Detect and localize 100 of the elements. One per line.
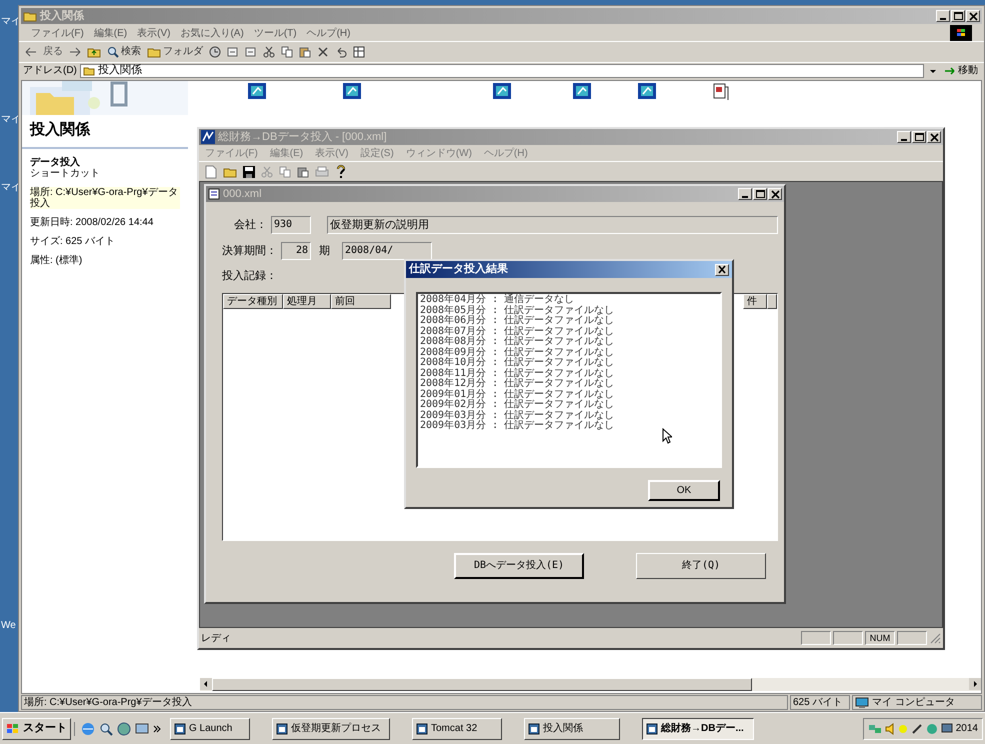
result-line: 2008年04月分 : 通信データなし (420, 295, 576, 305)
minimize-icon (742, 196, 748, 198)
column-header[interactable]: 処理月 (283, 294, 331, 308)
menu-item[interactable]: ヘルプ(H) (306, 26, 350, 40)
desktop-icon-label: We (1, 619, 16, 633)
shortcut-icon (248, 83, 266, 99)
result-line: 2009年03月分 : 仕訳データファイルなし (420, 410, 616, 420)
minimize-button[interactable] (897, 131, 911, 143)
forward-arrow-icon (69, 46, 81, 56)
action-button[interactable]: 終了(Q) (636, 552, 766, 578)
cut-icon (261, 166, 273, 178)
scroll-thumb[interactable] (212, 678, 752, 691)
paste-icon (299, 46, 311, 58)
back-button[interactable]: 戻る (43, 44, 63, 59)
column-header[interactable]: データ種別 (223, 294, 283, 308)
zone-label: マイ コンピュータ (872, 696, 955, 710)
action-button[interactable]: DBへデータ投入(E) (454, 552, 584, 578)
column-header[interactable]: 前回 (331, 294, 391, 308)
horizontal-scrollbar[interactable] (200, 678, 981, 691)
close-button[interactable] (715, 264, 729, 276)
num-lock-indicator: NUM (865, 631, 895, 645)
section-label: 投入記録： (222, 269, 277, 284)
history-icon (209, 46, 221, 58)
taskbar-button[interactable]: G Launch (170, 718, 250, 740)
network-icon (868, 722, 882, 734)
search-button[interactable]: 検索 (107, 44, 141, 59)
undo-icon (335, 46, 347, 58)
app-logo-icon (201, 130, 215, 144)
column-header[interactable]: 件 (743, 294, 767, 308)
field-label: 会社： (234, 218, 267, 233)
maximize-button[interactable] (753, 188, 767, 200)
monitor-icon (940, 722, 953, 734)
company-name-field[interactable]: 仮登期更新の説明用 (327, 216, 778, 234)
clock: 2014 (956, 722, 978, 736)
status-pane (897, 631, 927, 645)
help-icon (335, 164, 347, 178)
menu-item[interactable]: ツール(T) (254, 26, 297, 40)
company-code-field[interactable]: 930 (271, 216, 311, 234)
copy-icon (279, 166, 291, 178)
search-icon (99, 722, 113, 736)
period-unit: 期 (319, 244, 330, 259)
copy-icon (281, 46, 293, 58)
close-icon (930, 132, 938, 142)
maximize-icon (756, 190, 764, 198)
close-button[interactable] (927, 131, 941, 143)
go-button[interactable]: 移動 (942, 63, 980, 78)
taskbar-button[interactable]: 仮登期更新プロセス (272, 718, 390, 740)
maximize-button[interactable] (912, 131, 926, 143)
column-header[interactable] (767, 294, 777, 308)
dialog-title: 仕訳データ投入結果 (409, 262, 509, 278)
result-line: 2008年07月分 : 仕訳データファイルなし (420, 326, 616, 336)
menu-item[interactable]: ファイル(F) (31, 26, 84, 40)
windows-logo-icon (950, 25, 972, 41)
search-icon (107, 46, 119, 58)
result-line: 2008年11月分 : 仕訳データファイルなし (420, 368, 616, 378)
taskbar-button[interactable]: 投入関係 (524, 718, 620, 740)
window-icon (646, 722, 658, 734)
open-folder-icon (223, 166, 237, 178)
close-icon (770, 190, 780, 198)
field-label: 決算期間： (222, 244, 277, 259)
maximize-icon (954, 12, 962, 20)
maximize-icon (914, 133, 924, 141)
result-line: 2009年03月分 : 仕訳データファイルなし (420, 421, 616, 432)
start-button[interactable]: スタート (2, 718, 71, 740)
ok-button[interactable]: OK (648, 480, 720, 501)
document-icon (208, 188, 220, 200)
item-type: ショートカット (30, 168, 101, 178)
address-field[interactable]: 投入関係 (80, 64, 924, 78)
new-file-icon (205, 164, 217, 178)
folders-button[interactable]: フォルダ (147, 44, 203, 59)
result-line: 2009年01月分 : 仕訳データファイルなし (420, 390, 616, 400)
minimize-icon (940, 18, 946, 20)
close-button[interactable] (966, 10, 980, 22)
result-line: 2008年05月分 : 仕訳データファイルなし (420, 306, 616, 316)
menu-item[interactable]: お気に入り(A) (180, 26, 244, 40)
minimize-button[interactable] (936, 10, 950, 22)
window-title: 投入関係 (40, 8, 86, 24)
window-icon (528, 722, 540, 734)
views-icon (353, 46, 367, 58)
folder-icon (82, 66, 95, 76)
period-field[interactable]: 28 (281, 242, 311, 260)
item-name: データ投入 (30, 156, 81, 168)
taskbar-button[interactable]: 総財務→DBデー... (642, 718, 754, 740)
cut-icon (263, 46, 275, 58)
status-size: 625 バイト (790, 695, 850, 710)
minimize-button[interactable] (738, 188, 752, 200)
menu-item[interactable]: 表示(V) (137, 26, 170, 40)
print-icon (315, 166, 329, 178)
scroll-left-icon (200, 678, 212, 691)
paste-icon (297, 166, 309, 178)
menu-item[interactable]: 編集(E) (94, 26, 128, 40)
maximize-button[interactable] (951, 10, 965, 22)
close-button[interactable] (768, 188, 782, 200)
delete-icon (317, 46, 329, 58)
speaker-icon (884, 722, 895, 734)
back-arrow-icon (25, 46, 37, 56)
taskbar-button[interactable]: Tomcat 32 (412, 718, 502, 740)
detail-text: 属性: (標準) (30, 254, 84, 266)
status-dot-icon (898, 724, 908, 734)
status-pane (801, 631, 831, 645)
